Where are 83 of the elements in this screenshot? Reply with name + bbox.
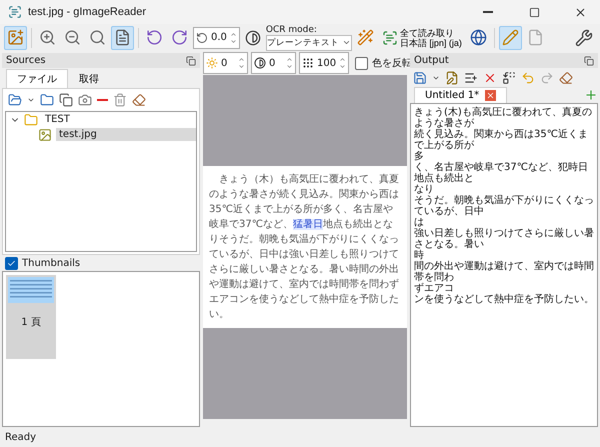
append-icon	[464, 71, 478, 85]
edit-icon	[445, 71, 459, 85]
checkbox-label: Thumbnails	[22, 258, 80, 268]
clear-icon	[559, 71, 573, 85]
text-line: 多	[414, 151, 425, 162]
text-line: く、名古屋や岐阜で37℃など、犯時日地点も続出と	[414, 162, 589, 184]
status-text: Ready	[5, 432, 36, 442]
page-thumbnail-drawing	[8, 277, 54, 303]
delete-icon	[483, 71, 497, 85]
globe-icon	[470, 29, 487, 46]
folder-icon	[24, 112, 38, 126]
image-file-icon	[38, 128, 52, 142]
tree-item[interactable]: test.jpg	[56, 128, 196, 141]
resolution-field[interactable]: 100	[299, 52, 350, 74]
rotation-field[interactable]: 0.0	[193, 26, 240, 48]
text-line: ずエアコ	[414, 283, 455, 294]
checkbox[interactable]	[355, 56, 368, 70]
screenshot-icon	[78, 93, 92, 107]
text-line: そうだ。朝晩も気温が下がりにくくなっているが、日中	[414, 195, 594, 217]
wand-icon	[356, 29, 374, 46]
settings-icon	[575, 28, 593, 46]
save-icon	[413, 71, 427, 85]
pane-title: Sources	[6, 55, 46, 66]
thumbnails-checkbox[interactable]: Thumbnails	[2, 255, 200, 271]
float-icon	[584, 56, 594, 66]
tab[interactable]: 取得	[68, 69, 110, 88]
maximize-icon	[528, 6, 540, 18]
clear-icon	[132, 93, 146, 107]
zoom-out-icon	[64, 29, 81, 46]
pencil-icon	[502, 29, 519, 46]
text-line: 続く見込み。関東から西は35℃近くまで上がる所が	[414, 129, 589, 151]
image-add-icon	[7, 29, 24, 46]
tab[interactable]: ファイル	[6, 69, 68, 88]
tab[interactable]: Untitled 1*	[414, 87, 508, 103]
thumbnail[interactable]: 1 頁	[6, 275, 56, 359]
paste-icon	[59, 93, 73, 107]
rotate-right-icon	[171, 29, 188, 46]
text-line: 強い日差しも照りつけてさらに厳しい暑さとなる。暑い	[414, 228, 594, 250]
tree-item[interactable]: TEST	[42, 113, 73, 126]
document-text: きょう（木）も高気圧に覆われて、真夏のような暑さが続く見込み。関東から西は35℃近くまで上がる所が多く、名古屋や岐阜で37℃など、猛暑日地点も続出となりそうだ。朝晩も気温が下がりにくくなっているが、日中は強い日差しも照りつけてさらに厳しい暑さとなる。暑い時間の外出や運動は避けて、室内では時間帯を問わずエアコンを使うなどして熱中症を予防したい。	[203, 166, 407, 328]
output-text-area[interactable]: きょう(木)も高気圧に覆われて、真夏のような暑さが 続く見込み。関東から西は35℃近くまで上がる所が 多 く、名古屋や岐阜で37℃など、犯時日地点も続出と なり そうだ。朝晩も気温が下がりにくくなっているが、日中 は 強い日差しも照りつけてさらに厳しい暑さとなる。暑い 時 間の外出や運動は避けて、室内では時間帯を問わ ずエアコ ンを使うなどして熱中症を予防したい。	[410, 103, 598, 427]
resolution-icon	[302, 57, 314, 69]
ocr-mode-label: OCR mode:	[266, 24, 318, 34]
checkbox[interactable]	[5, 256, 18, 270]
ocr-mode-dropdown[interactable]: プレーンテキスト	[266, 34, 352, 50]
toolbar-button[interactable]	[111, 26, 134, 50]
text-line: ンを使うなどして熱中症を予防したい。	[414, 294, 594, 305]
contrast-icon	[244, 30, 261, 46]
redo-icon	[540, 71, 554, 85]
text-line: なり	[414, 184, 435, 195]
rotate-left-icon	[146, 29, 163, 46]
app-icon	[8, 5, 22, 19]
float-icon	[186, 56, 196, 66]
check-icon	[7, 258, 16, 268]
recognize-button[interactable]: 全て読み取り 日本語 [jpn] (ja)	[378, 26, 465, 50]
toolbar-button[interactable]	[4, 26, 27, 50]
close-tab-icon[interactable]	[485, 90, 496, 101]
text-line: 時	[414, 250, 425, 261]
add-tab-icon	[584, 88, 598, 102]
close-icon	[486, 91, 496, 100]
zoom-fit-icon	[89, 29, 106, 46]
page-label: 1 頁	[21, 316, 41, 329]
brightness-icon	[206, 57, 218, 69]
contrast-field[interactable]: 0	[251, 52, 296, 74]
brightness-field[interactable]: 0	[203, 52, 248, 74]
text-line: きょう(木)も高気圧に覆われて、真夏のような暑さが	[414, 107, 593, 129]
zoom-in-icon	[39, 29, 56, 46]
trash-icon	[113, 93, 127, 107]
replace-icon	[502, 71, 516, 85]
rotation-icon	[196, 32, 208, 44]
text-line: 間の外出や運動は避けて、室内では時間帯を問わ	[414, 261, 594, 283]
open-icon	[8, 93, 22, 107]
pane-title: Output	[414, 55, 449, 66]
page-icon	[526, 29, 544, 46]
close-icon	[574, 6, 586, 18]
text-line: は	[414, 217, 425, 228]
text-scan-icon	[382, 30, 398, 46]
page-icon	[114, 29, 131, 46]
contrast-icon	[254, 57, 266, 69]
folder-icon	[40, 93, 54, 107]
minimize-icon	[483, 11, 493, 13]
undo-icon	[521, 71, 535, 85]
window-title: test.jpg - gImageReader	[28, 6, 148, 18]
